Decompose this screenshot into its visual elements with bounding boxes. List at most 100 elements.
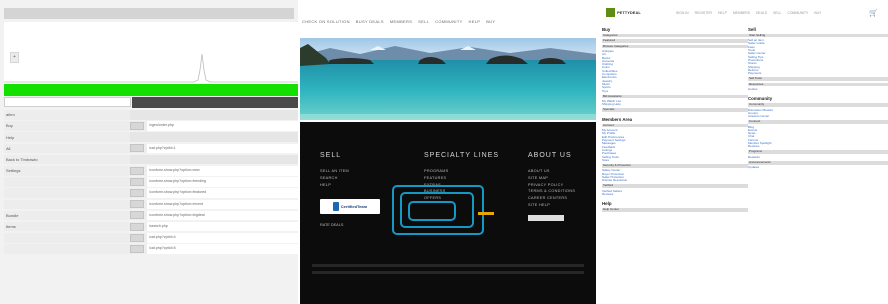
request-name: All (6, 145, 11, 151)
request-row[interactable]: Settings/conform.show.php?option=new (4, 165, 298, 176)
top-nav-link[interactable]: HELP (718, 11, 727, 15)
row-action-button[interactable] (130, 200, 144, 209)
section-header: Community (748, 103, 888, 107)
request-url: /cat.php?cptId=1 (147, 143, 298, 154)
footer-link[interactable]: SEARCH (320, 176, 349, 180)
request-row[interactable]: /cat.php?cptId=4 (4, 233, 298, 243)
site-logo[interactable]: PETTYDEAL (606, 8, 642, 17)
row-action-button[interactable] (130, 144, 144, 153)
shopping-cart-icon[interactable]: 🛒 (869, 9, 878, 17)
request-name: Back to Tindrawio (6, 157, 38, 163)
http-inspector-panel: + aihm Buy/vgen/order.php Help All/cat.php?… (0, 0, 298, 304)
nav-link[interactable]: COMMUNITY (435, 19, 462, 24)
top-nav-link[interactable]: MEMBERS (733, 11, 750, 15)
row-action-button[interactable] (130, 121, 144, 130)
request-row[interactable]: Help (4, 132, 298, 142)
request-row[interactable]: Back to Tindrawio (4, 154, 298, 165)
request-row[interactable]: All/cat.php?cptId=1 (4, 143, 298, 154)
nav-link[interactable]: BUY (486, 19, 495, 24)
about-heading: ABOUT US (528, 152, 572, 159)
row-action-button[interactable] (130, 177, 144, 186)
top-nav-link[interactable]: BUY (814, 11, 821, 15)
sitemap-section: Community Community Discussion Boards Group… (748, 96, 888, 169)
top-nav-link[interactable]: DEALS (756, 11, 767, 15)
website-footer-panel: CHECK ON SOLUTION BUSY DEALS MEMBERS SELL CO… (298, 0, 598, 304)
row-action-button[interactable] (130, 166, 144, 175)
section-title: Members Area (602, 117, 633, 122)
request-url (130, 132, 298, 142)
sitemap-link[interactable]: Updates (748, 166, 888, 170)
rate-deals-link[interactable]: RATE DEALS (320, 223, 343, 227)
filter-input[interactable] (4, 97, 131, 107)
footer-link[interactable]: SITE HELP (528, 203, 575, 207)
request-url: /conform.show.php?option=new (147, 165, 298, 176)
request-row[interactable]: /cat.php?cptId=5 (4, 244, 298, 254)
footer-link[interactable]: PROGRAMS (424, 169, 499, 173)
request-name: Settings (6, 168, 21, 174)
footer-link[interactable]: HELP (320, 183, 349, 187)
footer-link[interactable]: TERMS & CONDITIONS (528, 189, 575, 193)
footer-link[interactable]: CAREER CENTERS (528, 196, 575, 200)
sitemap-link[interactable]: Guides (748, 87, 888, 91)
request-url: /conform.show.php?option=trending (147, 177, 298, 187)
row-action-button[interactable] (130, 245, 144, 254)
nav-link[interactable]: HELP (469, 19, 481, 24)
row-action-button[interactable] (130, 233, 144, 242)
sitemap-link[interactable]: Shipping Help (602, 102, 748, 106)
row-action-button[interactable] (130, 222, 144, 231)
request-url: /conform.show.php?option=bigdeal (147, 210, 298, 221)
column-header-bar (132, 97, 298, 108)
inspector-toolbar (4, 8, 294, 19)
sitemap-link[interactable]: Rewards (748, 155, 888, 159)
highlight-ring-inner (408, 201, 456, 221)
footer-link[interactable]: FEATURES (424, 176, 499, 180)
request-row[interactable]: /conform.show.php?option=trending (4, 177, 298, 187)
request-row[interactable]: Buy/vgen/order.php (4, 121, 298, 131)
top-nav-link[interactable]: SIGN IN (676, 11, 689, 15)
section-title: Buy (602, 27, 611, 32)
sitemap-link[interactable]: Reviews (602, 192, 748, 196)
nav-link[interactable]: SELL (418, 19, 429, 24)
top-nav-link[interactable]: SELL (773, 11, 781, 15)
section-title: Help (602, 201, 612, 207)
top-navigation: CHECK ON SOLUTION BUSY DEALS MEMBERS SELL CO… (298, 14, 598, 28)
request-row[interactable]: Bundle/conform.show.php?option=bigdeal (4, 210, 298, 221)
top-nav-link[interactable]: COMMUNITY (787, 11, 808, 15)
section-header: Start Selling (748, 33, 888, 38)
nav-link[interactable]: MEMBERS (390, 19, 412, 24)
request-url: /cat.php?cptId=5 (147, 244, 298, 254)
row-action-button[interactable] (130, 189, 144, 198)
request-url (130, 110, 298, 120)
footer-link[interactable]: SITE MAP (528, 176, 575, 180)
section-header: Verified (602, 184, 748, 188)
sitemap-link[interactable]: Reviews (748, 145, 888, 149)
request-row[interactable]: Items/search.php (4, 221, 298, 232)
footer-link[interactable]: ABOUT US (528, 169, 575, 173)
sitemap-section: Sell Start Selling Sell an Item Seller Guid… (748, 27, 888, 91)
certified-badge[interactable]: CertifiedTeam (320, 199, 380, 214)
section-header: Sell Tools (748, 77, 888, 81)
nav-link[interactable]: CHECK ON SOLUTION (302, 19, 350, 24)
nav-link[interactable]: BUSY DEALS (356, 19, 384, 24)
footer-link[interactable]: SELL AN ITEM (320, 169, 349, 173)
sitemap-link[interactable]: Payments (748, 71, 888, 75)
lake-photo (300, 38, 596, 120)
sitemap-link[interactable]: Dispute Resolution (602, 178, 748, 182)
request-row[interactable]: /conform.show.php?option=recent (4, 199, 298, 210)
sitemap-link[interactable]: Store (602, 158, 748, 162)
request-name: Items (6, 224, 16, 230)
sitemap-link[interactable]: Answers Center (748, 114, 888, 118)
request-name: Bundle (6, 212, 19, 218)
sitemap-link[interactable]: Toys (602, 89, 748, 93)
top-nav-link[interactable]: REGISTER (695, 11, 712, 15)
footer-link[interactable]: PRIVACY POLICY (528, 183, 575, 187)
request-row[interactable]: aihm (4, 110, 298, 120)
badge-label: CertifiedTeam (340, 204, 368, 209)
request-row[interactable]: /conform.show.php?option=featured (4, 188, 298, 198)
sitemap-top-nav: SIGN IN REGISTER HELP MEMBERS DEALS SELL COMMU… (676, 11, 821, 15)
about-search-input[interactable] (528, 215, 564, 221)
sitemap-section: Help Help Center (602, 201, 748, 212)
request-url: /vgen/order.php (147, 121, 298, 131)
expand-button[interactable]: + (10, 52, 19, 63)
row-action-button[interactable] (130, 211, 144, 220)
